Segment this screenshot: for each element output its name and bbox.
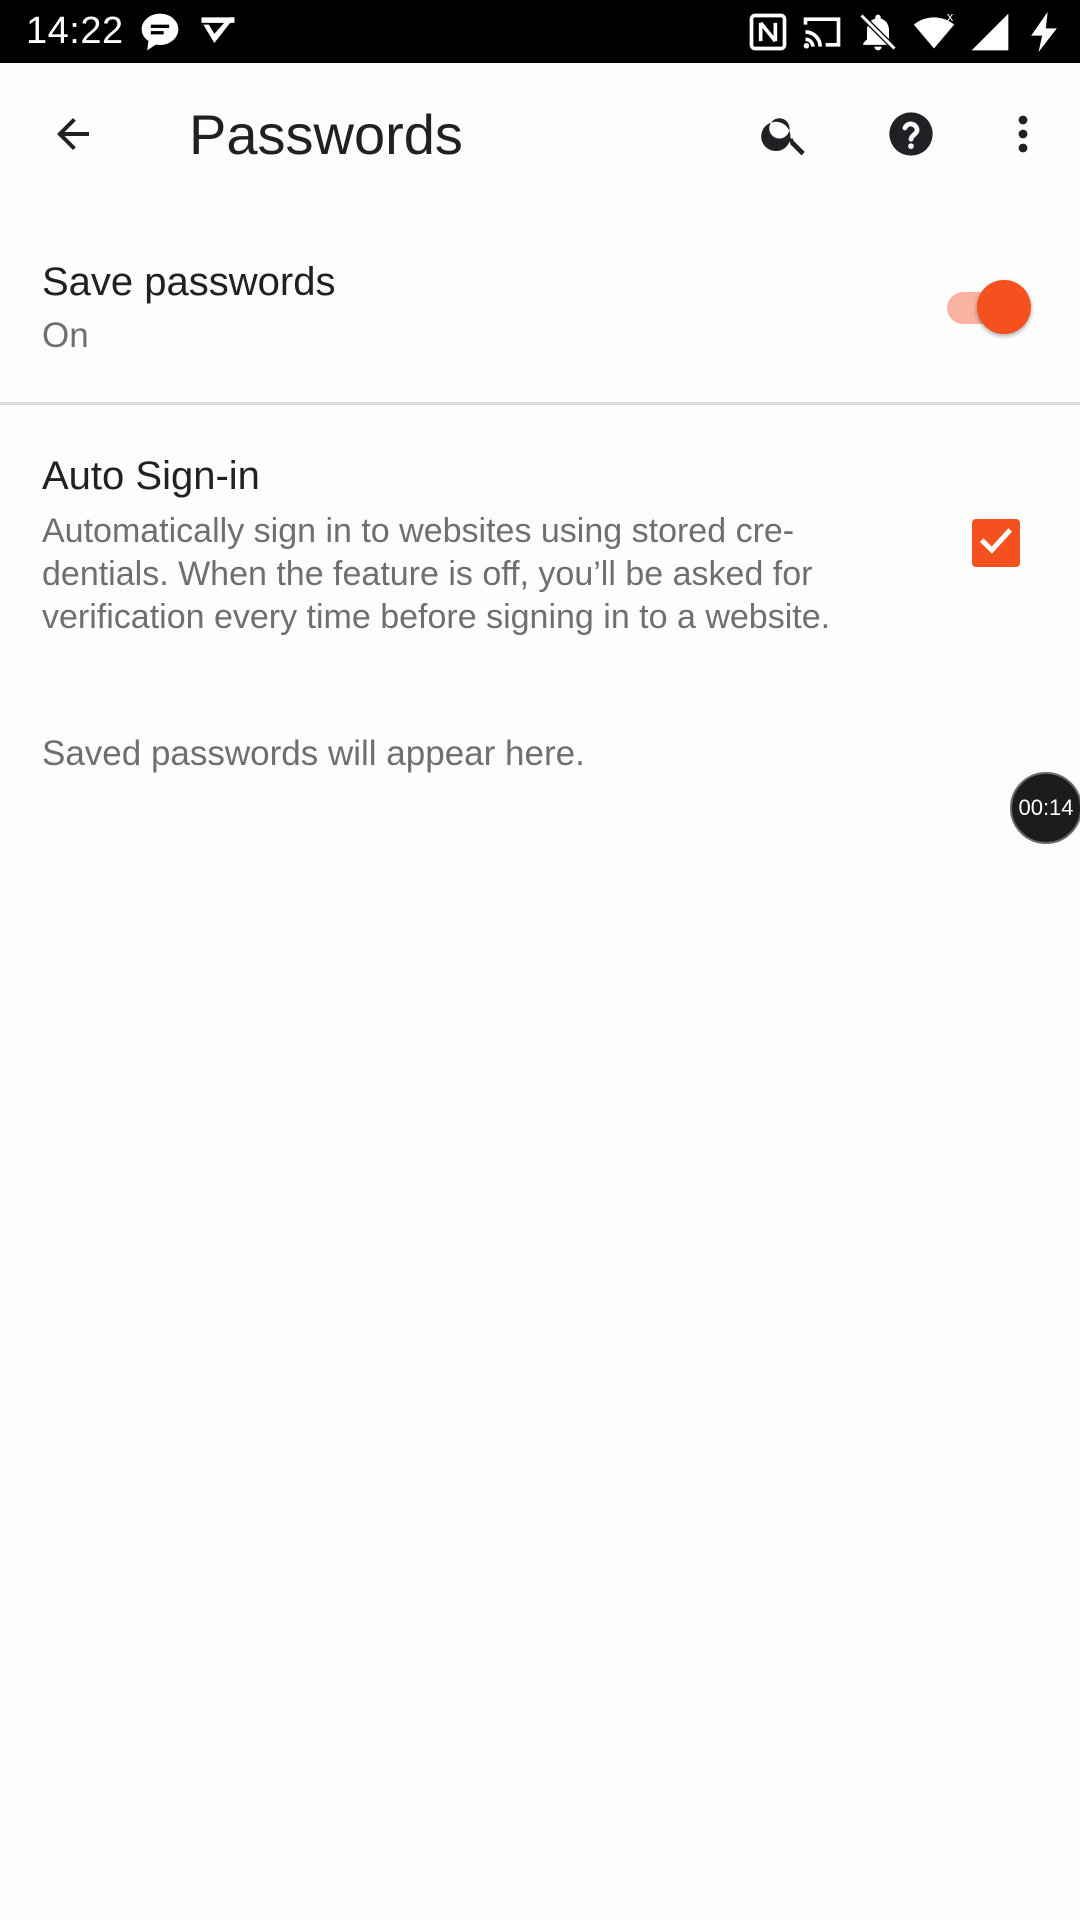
back-button[interactable]: [28, 91, 118, 181]
toggle-thumb: [977, 280, 1031, 334]
more-vert-icon: [999, 110, 1047, 163]
empty-state-message: Saved passwords will appear here.: [42, 734, 585, 773]
recording-timer-bubble[interactable]: 00:14: [1010, 772, 1080, 844]
auto-signin-checkbox[interactable]: [972, 519, 1020, 567]
search-icon: [758, 107, 812, 166]
checkmark-icon: [976, 521, 1016, 566]
auto-signin-title: Auto Sign-in: [42, 454, 260, 498]
app-bar: Passwords: [0, 63, 1080, 209]
tasks-icon: [196, 10, 240, 54]
charging-icon: [1022, 10, 1066, 54]
divider: [0, 402, 1080, 405]
arrow-back-icon: [49, 110, 97, 163]
page-title: Passwords: [189, 103, 463, 166]
save-passwords-state: On: [42, 316, 89, 355]
auto-signin-description-line: dentials. When the feature is off, you’l…: [42, 555, 813, 593]
chat-bubble-icon: [138, 10, 182, 54]
auto-signin-description-line: verification every time before signing i…: [42, 598, 831, 636]
more-options-button[interactable]: [978, 91, 1068, 181]
status-bar: 14:22 x: [0, 0, 1080, 63]
svg-text:x: x: [947, 10, 954, 24]
save-passwords-toggle[interactable]: [943, 277, 1031, 334]
notifications-off-icon: [856, 10, 900, 54]
save-passwords-title: Save passwords: [42, 260, 336, 304]
wifi-icon: x: [912, 9, 956, 54]
help-icon: [885, 108, 937, 165]
search-button[interactable]: [740, 91, 830, 181]
help-button[interactable]: [866, 91, 956, 181]
cast-icon: [800, 10, 844, 54]
status-time: 14:22: [26, 10, 124, 52]
signal-icon: [968, 10, 1012, 54]
nfc-icon: [746, 10, 790, 54]
auto-signin-description-line: Automatically sign in to websites using …: [42, 512, 795, 550]
